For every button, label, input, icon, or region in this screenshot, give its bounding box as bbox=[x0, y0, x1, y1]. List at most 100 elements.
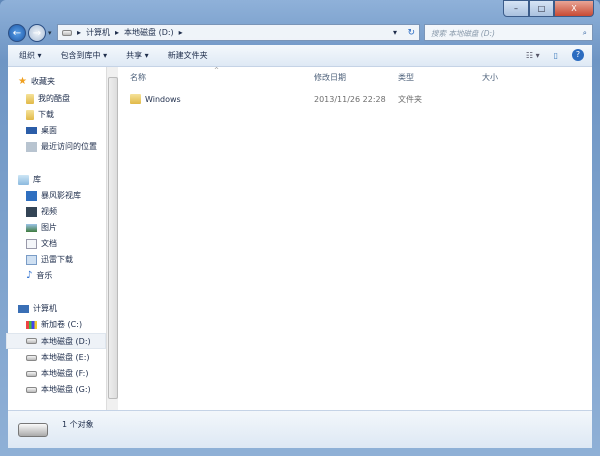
sidebar-item-kupan[interactable]: 我的酷盘 bbox=[26, 93, 70, 104]
music-icon: ♪ bbox=[26, 270, 33, 281]
folder-icon bbox=[26, 93, 34, 104]
sidebar-label: 库 bbox=[33, 175, 41, 184]
folder-icon bbox=[26, 109, 34, 120]
minimize-button[interactable]: – bbox=[503, 0, 529, 17]
video-library-icon bbox=[26, 190, 37, 201]
scrollbar-thumb[interactable] bbox=[108, 77, 118, 399]
explorer-window: – □ X ← → ▾ ▸ 计算机 ▸ 本地磁盘 (D:) ▸ ▾ ↻ 搜索 本… bbox=[0, 0, 600, 456]
view-options-button[interactable]: ☷ ▾ bbox=[526, 51, 540, 60]
drive-icon bbox=[26, 386, 37, 393]
sidebar-computer[interactable]: 计算机 bbox=[18, 303, 57, 314]
navigation-buttons: ← → ▾ bbox=[8, 24, 52, 42]
sidebar-label: 音乐 bbox=[36, 271, 53, 280]
drive-icon bbox=[26, 338, 37, 344]
library-icon bbox=[18, 174, 29, 185]
system-drive-icon bbox=[26, 320, 37, 329]
column-header-date[interactable]: 修改日期 bbox=[314, 67, 394, 85]
close-button[interactable]: X bbox=[554, 0, 594, 17]
sidebar-label: 本地磁盘 (F:) bbox=[41, 369, 89, 378]
file-type: 文件夹 bbox=[398, 94, 422, 104]
chevron-right-icon: ▸ bbox=[178, 28, 183, 37]
navigation-pane-scrollbar[interactable] bbox=[106, 67, 118, 410]
sidebar-item-pictures[interactable]: 图片 bbox=[26, 222, 57, 233]
picture-icon bbox=[26, 223, 37, 232]
sidebar-item-drive-e[interactable]: 本地磁盘 (E:) bbox=[26, 352, 90, 363]
share-button[interactable]: 共享 ▾ bbox=[126, 50, 149, 61]
sidebar-libraries[interactable]: 库 bbox=[18, 174, 41, 185]
file-row[interactable]: Windows 2013/11/26 22:28 文件夹 bbox=[130, 94, 590, 104]
sidebar-label: 我的酷盘 bbox=[38, 94, 70, 103]
breadcrumb-computer[interactable]: 计算机 bbox=[86, 27, 110, 38]
file-list: 名称 ^ 修改日期 类型 大小 Windows 2013/11/26 22:28… bbox=[118, 67, 592, 410]
sidebar-item-baofeng[interactable]: 暴风影视库 bbox=[26, 190, 81, 201]
folder-icon bbox=[130, 94, 141, 104]
navigation-pane: ★ 收藏夹 我的酷盘 下载 桌面 最近访问的位置 库 暴风影视库 视频 图片 文档… bbox=[6, 67, 106, 410]
details-pane: 1 个对象 bbox=[8, 410, 592, 448]
forward-button[interactable]: → bbox=[28, 24, 46, 42]
sidebar-label: 暴风影视库 bbox=[41, 191, 81, 200]
sidebar-item-drive-f[interactable]: 本地磁盘 (F:) bbox=[26, 368, 88, 379]
drive-icon bbox=[26, 354, 37, 361]
preview-pane-button[interactable]: ▯ bbox=[554, 51, 558, 60]
sidebar-item-downloads[interactable]: 下载 bbox=[26, 109, 54, 120]
new-folder-button[interactable]: 新建文件夹 bbox=[168, 50, 208, 61]
sidebar-label: 图片 bbox=[41, 223, 57, 232]
back-button[interactable]: ← bbox=[8, 24, 26, 42]
drive-large-icon bbox=[18, 423, 48, 437]
column-header-name[interactable]: 名称 bbox=[130, 67, 310, 85]
sidebar-label: 下载 bbox=[38, 110, 54, 119]
column-header-type[interactable]: 类型 bbox=[398, 67, 478, 85]
sidebar-label: 文档 bbox=[41, 239, 57, 248]
sidebar-label: 本地磁盘 (G:) bbox=[41, 385, 91, 394]
drive-icon bbox=[62, 29, 72, 36]
sidebar-label: 视频 bbox=[41, 207, 57, 216]
drive-icon bbox=[26, 370, 37, 377]
item-count: 1 个对象 bbox=[62, 420, 94, 429]
breadcrumb-drive-d[interactable]: 本地磁盘 (D:) bbox=[124, 27, 174, 38]
sidebar-item-drive-c[interactable]: 新加卷 (C:) bbox=[26, 319, 82, 330]
address-dropdown[interactable]: ▾ bbox=[393, 28, 397, 37]
desktop-icon bbox=[26, 127, 37, 134]
sidebar-label: 本地磁盘 (E:) bbox=[41, 353, 90, 362]
sidebar-item-xunlei[interactable]: 迅雷下载 bbox=[26, 254, 73, 265]
sort-ascending-icon: ^ bbox=[214, 67, 220, 74]
sidebar-label: 计算机 bbox=[33, 304, 57, 313]
chevron-right-icon: ▸ bbox=[77, 28, 82, 37]
sidebar-label: 新加卷 (C:) bbox=[41, 320, 83, 329]
help-button[interactable]: ? bbox=[572, 49, 584, 61]
refresh-icon[interactable]: ↻ bbox=[407, 28, 415, 38]
recent-pages-dropdown[interactable]: ▾ bbox=[48, 29, 52, 37]
window-controls: – □ X bbox=[503, 0, 594, 17]
sidebar-item-music[interactable]: ♪ 音乐 bbox=[26, 270, 52, 281]
sidebar-item-documents[interactable]: 文档 bbox=[26, 238, 57, 249]
search-placeholder: 搜索 本地磁盘 (D:) bbox=[431, 29, 495, 38]
search-icon: ⌕ bbox=[582, 28, 587, 37]
sidebar-favorites[interactable]: ★ 收藏夹 bbox=[18, 76, 55, 87]
computer-icon bbox=[18, 304, 29, 313]
sidebar-label: 收藏夹 bbox=[30, 77, 55, 86]
star-icon: ★ bbox=[18, 76, 27, 87]
film-icon bbox=[26, 206, 37, 217]
chevron-right-icon: ▸ bbox=[115, 28, 120, 37]
include-in-library-button[interactable]: 包含到库中 ▾ bbox=[61, 50, 108, 61]
command-bar: 组织 ▾ 包含到库中 ▾ 共享 ▾ 新建文件夹 ☷ ▾ ▯ ? bbox=[8, 45, 592, 67]
file-date: 2013/11/26 22:28 bbox=[314, 94, 386, 104]
document-icon bbox=[26, 238, 37, 249]
sidebar-label: 迅雷下载 bbox=[41, 255, 73, 264]
maximize-button[interactable]: □ bbox=[529, 0, 554, 17]
sidebar-item-desktop[interactable]: 桌面 bbox=[26, 125, 57, 136]
sidebar-label: 最近访问的位置 bbox=[41, 142, 97, 151]
search-input[interactable]: 搜索 本地磁盘 (D:) ⌕ bbox=[424, 24, 593, 41]
download-library-icon bbox=[26, 254, 37, 265]
sidebar-item-drive-d[interactable]: 本地磁盘 (D:) bbox=[6, 333, 106, 349]
recent-places-icon bbox=[26, 141, 37, 152]
address-bar[interactable]: ▸ 计算机 ▸ 本地磁盘 (D:) ▸ ▾ ↻ bbox=[57, 24, 420, 41]
sidebar-label: 本地磁盘 (D:) bbox=[41, 336, 91, 346]
column-header-size[interactable]: 大小 bbox=[482, 67, 542, 85]
sidebar-item-recent[interactable]: 最近访问的位置 bbox=[26, 141, 97, 152]
sidebar-item-drive-g[interactable]: 本地磁盘 (G:) bbox=[26, 384, 91, 395]
sidebar-item-videos[interactable]: 视频 bbox=[26, 206, 57, 217]
file-name: Windows bbox=[145, 94, 181, 104]
sidebar-label: 桌面 bbox=[41, 126, 57, 135]
organize-button[interactable]: 组织 ▾ bbox=[19, 50, 42, 61]
